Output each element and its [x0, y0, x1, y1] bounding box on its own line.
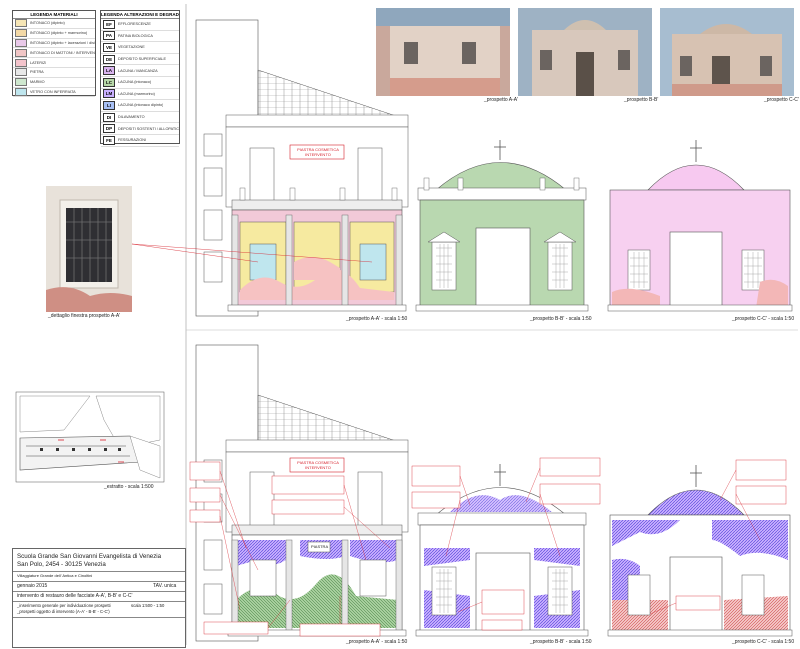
inner-label: PIASTRA [311, 544, 329, 549]
legend-degradation-item: EF EFFLORESCENZE [101, 19, 179, 31]
legend-material-item: INTONACO (dipinto + marmorino) [13, 29, 95, 39]
legend-swatch [15, 87, 27, 96]
legend-code: LI [103, 100, 115, 110]
photo-a-caption: _prospetto A-A' [484, 97, 519, 103]
legend-degradation-label: VEGETAZIONE [118, 45, 145, 50]
elevation-c-top [607, 140, 793, 312]
title-block: Scuola Grande San Giovanni Evangelista d… [12, 548, 186, 648]
legend-degradation-label: DEPOSITI SOSTENTI / ALLOPATICI [118, 126, 179, 131]
legend-degradation-label: DEPOSITO SUPERFICIALE [118, 57, 167, 62]
project-address: San Polo, 2454 - 30125 Venezia [17, 561, 106, 568]
legend-degradation-label: PATINA BIOLOGICA [118, 33, 153, 38]
legend-swatch [15, 19, 27, 28]
legend-code: LC [103, 77, 115, 87]
elevation-b-top-caption: _prospetto B-B' - scala 1:50 [530, 316, 592, 322]
legend-material-label: PIETRA [30, 70, 44, 75]
photo-detail-caption: _dettaglio finestra prospetto A-A' [48, 313, 121, 319]
legend-material-label: LATERIZI [30, 60, 47, 65]
legend-material-item: MARMO [13, 78, 95, 88]
legend-swatch [15, 29, 27, 38]
legend-material-item: PIETRA [13, 68, 95, 78]
legend-swatch [15, 68, 27, 77]
legend-material-item: INTONACO DI MATTONI / INTERVENTO [13, 48, 95, 59]
legend-degradation-item: LM LACUNA (marmorino) [101, 89, 179, 101]
project-name: Scuola Grande San Giovanni Evangelista d… [17, 553, 162, 560]
legend-code: LM [103, 89, 115, 99]
legend-degradation-item: LA LACUNA / MANCANZA [101, 65, 179, 77]
legend-code: EF [103, 19, 115, 29]
project-tav: TAV. unica [153, 583, 177, 589]
photo-c [660, 8, 794, 96]
photo-a [376, 8, 510, 96]
legend-material-label: INTONACO DI MATTONI / INTERVENTO [30, 50, 95, 55]
legend-degradation: LEGENDA ALTERAZIONI E DEGRADAZIONI EFEFF… [100, 10, 180, 147]
elevation-a-bottom [189, 344, 409, 642]
intervention-label-top: PIASTRA COSMETICA INTERVENTO [297, 147, 339, 157]
site-plan-caption: _estratto - scala 1:500 [104, 484, 154, 490]
legend-degradation-item: LC LACUNA (intonaco) [101, 77, 179, 89]
intervention-label-bottom: PIASTRA COSMETICA INTERVENTO [297, 460, 339, 470]
project-date: gennaio 2015 [17, 583, 48, 589]
legend-degradation-item: DI DILAVAMENTO [101, 112, 179, 124]
legend-material-item: INTONACO (dipinto) [13, 19, 95, 29]
legend-degradation-item: LI LACUNA (intonaco dipinto) [101, 100, 179, 112]
site-plan [15, 391, 165, 483]
legend-material-label: VETRO CON INFERRIATA [30, 89, 76, 94]
description-line-1: _inserimento generale per individuazione… [17, 603, 111, 608]
elevation-b-bottom-caption: _prospetto B-B' - scala 1:50 [530, 639, 592, 645]
legend-swatch [15, 38, 27, 47]
legend-degradation-label: LACUNA / MANCANZA [118, 68, 158, 73]
legend-code: DE [103, 54, 115, 64]
legend-degradation-label: FESSURAZIONI [118, 138, 147, 143]
legend-degradation-label: EFFLORESCENZE [118, 22, 151, 27]
project-sub: Villaggiature Grande dell' Antica e Cino… [17, 573, 93, 578]
legend-swatch [15, 58, 27, 67]
legend-material-item: VETRO CON INFERRIATA [13, 87, 95, 98]
legend-material-label: INTONACO (dipinto) [30, 21, 65, 26]
legend-degradation-item: VE VEGETAZIONE [101, 42, 179, 54]
legend-material-label: INTONACO (dipinto + lacerazioni / disint… [30, 40, 95, 45]
legend-code: DI [103, 112, 115, 122]
description-line-2: _prospetti oggetto di intervento (A-A' -… [17, 609, 110, 614]
elevation-b-top [415, 140, 589, 312]
legend-degradation-title: LEGENDA ALTERAZIONI E DEGRADAZIONI [101, 12, 179, 19]
legend-degradation-item: PA PATINA BIOLOGICA [101, 31, 179, 43]
legend-code: FE [103, 135, 115, 145]
elevation-c-bottom-caption: _prospetto C-C' - scala 1:50 [732, 639, 795, 645]
legend-code: LA [103, 66, 115, 76]
elevation-a-top-caption: _prospetto A-A' - scala 1:50 [346, 316, 408, 322]
elevation-c-bottom [607, 459, 793, 637]
drawing-scale: scala 1:500 - 1:50 [131, 603, 165, 608]
photo-detail [46, 186, 132, 312]
photo-c-caption: _prospetto C-C' [764, 97, 799, 103]
legend-code: PA [103, 31, 115, 41]
elevation-a-bottom-caption: _prospetto A-A' - scala 1:50 [346, 639, 408, 645]
legend-degradation-label: LACUNA (marmorino) [118, 91, 155, 96]
legend-degradation-label: LACUNA (intonaco) [118, 80, 152, 85]
legend-swatch [15, 48, 27, 57]
legend-degradation-item: DE DEPOSITO SUPERFICIALE [101, 54, 179, 66]
legend-material-item: INTONACO (dipinto + lacerazioni / disint… [13, 38, 95, 49]
legend-swatch [15, 78, 27, 87]
legend-materials-title: LEGENDA MATERIALI [13, 11, 95, 19]
legend-material-label: MARMO [30, 80, 45, 85]
legend-material-item: LATERIZI [13, 58, 95, 68]
elevation-c-top-caption: _prospetto C-C' - scala 1:50 [732, 316, 795, 322]
photo-b [518, 8, 652, 96]
legend-degradation-item: FE FESSURAZIONI [101, 135, 179, 147]
photo-b-caption: _prospetto B-B' [624, 97, 659, 103]
legend-materials: LEGENDA MATERIALI INTONACO (dipinto) INTO… [12, 10, 96, 98]
intervention-title: intervento di restauro delle facciate A-… [17, 593, 133, 599]
legend-material-label: INTONACO (dipinto + marmorino) [30, 31, 88, 36]
legend-degradation-item: DP DEPOSITI SOSTENTI / ALLOPATICI [101, 123, 179, 135]
elevation-b-bottom [411, 457, 601, 637]
legend-degradation-label: DILAVAMENTO [118, 115, 145, 120]
legend-degradation-label: LACUNA (intonaco dipinto) [118, 103, 164, 108]
legend-code: DP [103, 124, 115, 134]
legend-code: VE [103, 42, 115, 52]
